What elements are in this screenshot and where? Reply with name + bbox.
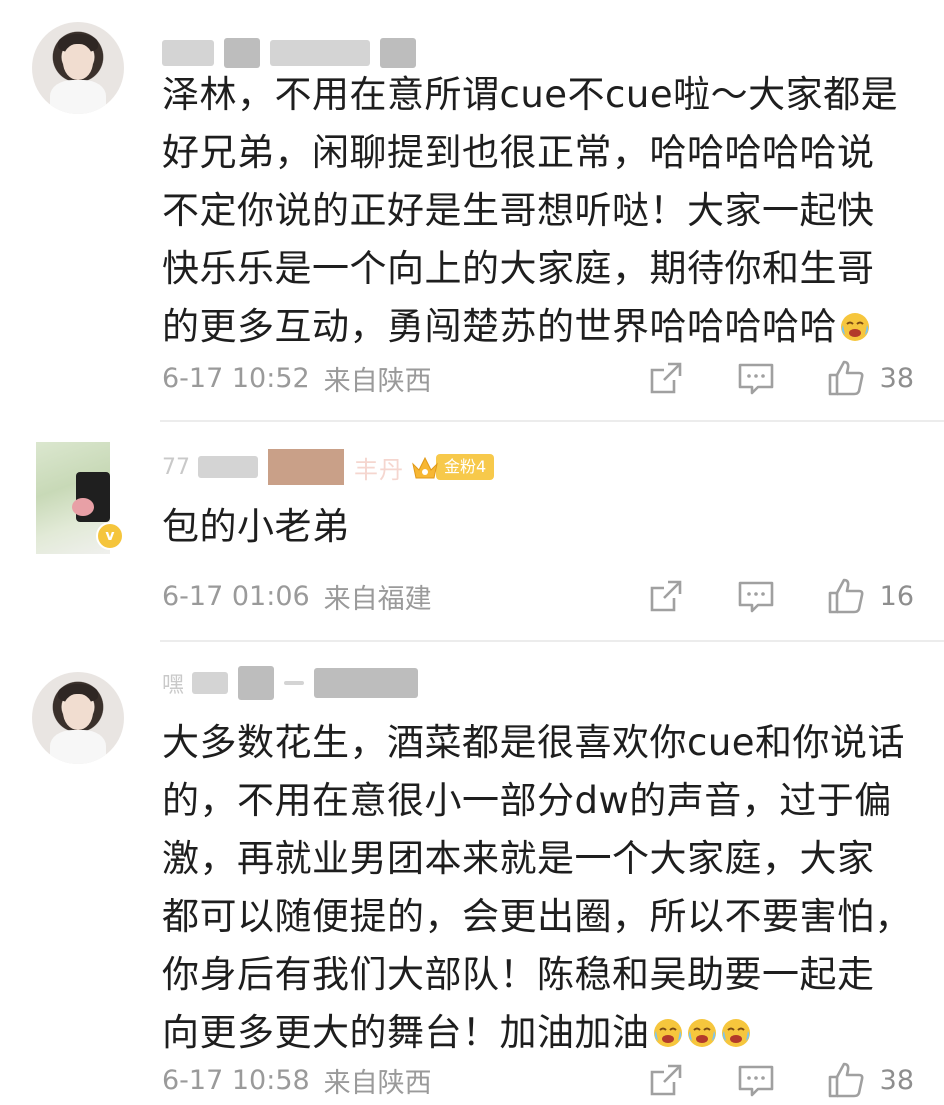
- username[interactable]: 77 丰丹 金粉4: [162, 449, 495, 485]
- comment-line: 好兄弟，闲聊提到也很正常，哈哈哈哈哈说: [162, 131, 875, 174]
- comment-location: 来自福建: [323, 583, 432, 615]
- comment-location: 来自陕西: [323, 1067, 432, 1099]
- comment-meta: 6-17 10:52 来自陕西 38: [162, 358, 914, 398]
- comment-meta: 6-17 01:06 来自福建 16: [162, 576, 914, 616]
- crown-icon: [412, 456, 438, 479]
- username[interactable]: 嘿: [162, 666, 428, 700]
- comment-item: v 77 丰丹 金粉4 包的小老弟 6-17 01:06 来自福建 16: [0, 422, 944, 640]
- comment-line: 快乐乐是一个向上的大家庭，期待你和生哥: [162, 247, 875, 290]
- comment-line: 泽林，不用在意所谓cue不cue啦～大家都是: [162, 73, 899, 116]
- comment-time: 6-17 10:58: [162, 1064, 310, 1096]
- avatar[interactable]: [32, 672, 124, 764]
- comment-line-text: 的更多互动，勇闯楚苏的世界哈哈哈哈哈: [162, 305, 837, 348]
- share-icon[interactable]: [646, 1060, 686, 1100]
- comment-item: 泽林，不用在意所谓cue不cue啦～大家都是 好兄弟，闲聊提到也很正常，哈哈哈哈…: [0, 0, 944, 420]
- like-count: 16: [879, 580, 914, 612]
- crying-laughing-emoji-icon: [721, 1019, 750, 1047]
- fan-badge: 金粉4: [436, 454, 495, 480]
- comment-text: 泽林，不用在意所谓cue不cue啦～大家都是 好兄弟，闲聊提到也很正常，哈哈哈哈…: [162, 66, 922, 356]
- comment-time: 6-17 10:52: [162, 362, 310, 394]
- share-icon[interactable]: [646, 358, 686, 398]
- comment-line: 激，再就业男团本来就是一个大家庭，大家: [162, 837, 875, 880]
- comment-text: 包的小老弟: [162, 498, 922, 556]
- username-text: 丰丹: [354, 455, 404, 484]
- comment-meta: 6-17 10:58 来自陕西 38: [162, 1060, 914, 1100]
- verified-badge-icon: v: [96, 522, 124, 550]
- share-icon[interactable]: [646, 576, 686, 616]
- like-icon[interactable]: [826, 1060, 866, 1100]
- comment-line: 向更多更大的舞台！加油加油: [162, 1004, 922, 1062]
- like-icon[interactable]: [826, 358, 866, 398]
- comment-icon[interactable]: [736, 576, 776, 616]
- username[interactable]: [162, 38, 426, 68]
- comment-location: 来自陕西: [323, 365, 432, 397]
- comment-line-text: 向更多更大的舞台！加油加油: [162, 1011, 650, 1054]
- comment-icon[interactable]: [736, 1060, 776, 1100]
- comment-line: 大多数花生，酒菜都是很喜欢你cue和你说话: [162, 721, 906, 764]
- comment-time: 6-17 01:06: [162, 580, 310, 612]
- comment-line: 都可以随便提的，会更出圈，所以不要害怕，: [162, 895, 912, 938]
- crying-laughing-emoji-icon: [841, 313, 869, 341]
- crying-laughing-emoji-icon: [653, 1019, 682, 1047]
- avatar[interactable]: [32, 22, 124, 114]
- comment-line: 的更多互动，勇闯楚苏的世界哈哈哈哈哈: [162, 298, 922, 356]
- crying-laughing-emoji-icon: [687, 1019, 716, 1047]
- like-count: 38: [879, 362, 914, 394]
- like-count: 38: [879, 1064, 914, 1096]
- comment-item: 嘿 大多数花生，酒菜都是很喜欢你cue和你说话 的，不用在意很小一部分dw的声音…: [0, 642, 944, 1105]
- comment-icon[interactable]: [736, 358, 776, 398]
- like-icon[interactable]: [826, 576, 866, 616]
- comment-text: 大多数花生，酒菜都是很喜欢你cue和你说话 的，不用在意很小一部分dw的声音，过…: [162, 714, 922, 1062]
- comment-line: 包的小老弟: [162, 505, 350, 548]
- comment-line: 你身后有我们大部队！陈稳和吴助要一起走: [162, 953, 875, 996]
- comment-line: 不定你说的正好是生哥想听哒！大家一起快: [162, 189, 875, 232]
- comment-line: 的，不用在意很小一部分dw的声音，过于偏: [162, 779, 892, 822]
